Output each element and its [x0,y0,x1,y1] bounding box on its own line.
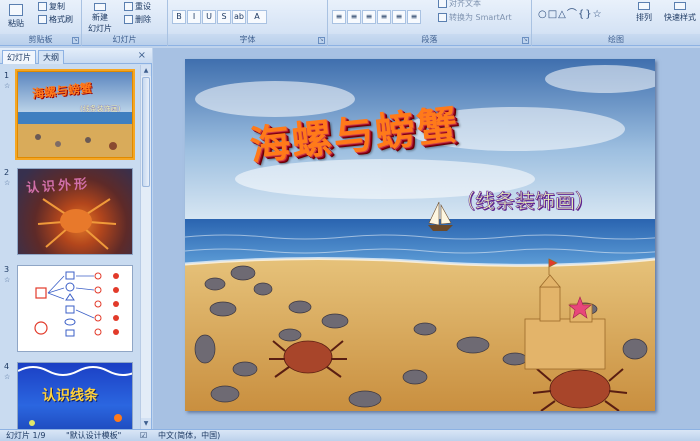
slides-pane: 幻灯片 大纲 × 1 ☆ 海螺与螃蟹 (线条装饰画) 2 ☆ 认识外形 3 ☆ … [0,48,152,429]
clipboard-launcher-icon[interactable]: ↘ [72,37,79,44]
arrange-button[interactable]: 排列 [636,2,652,23]
slide-editing-area: 海螺与螃蟹 （线条装饰画） [153,48,700,429]
theme-status: "默认设计模板" [66,431,122,440]
slide-thumbnail-4[interactable]: 认识线条 [17,362,133,429]
new-slide-button[interactable]: 新建 幻灯片 [88,3,112,33]
animation-star-icon: ☆ [4,373,11,381]
shadow-button[interactable]: ab [232,10,246,24]
paste-button[interactable]: 粘贴 [8,4,24,29]
paragraph-group: ≡ ≡ ≡ ≡ ≡ ≡ 对齐文本 转换为 SmartArt 段落 ↘ [328,0,532,46]
convert-smartart-button[interactable]: 转换为 SmartArt [438,12,512,23]
tab-slides[interactable]: 幻灯片 [2,50,36,64]
slide-subtitle[interactable]: （线条装饰画） [455,185,596,214]
thumbnail-scrollbar[interactable]: ▲ ▼ [140,65,151,429]
columns-button[interactable]: ≡ [407,10,421,24]
language-status[interactable]: 中文(简体，中国) [158,430,220,441]
scroll-thumb[interactable] [142,77,150,187]
delete-button[interactable]: 删除 [124,14,151,25]
thumbnail-number: 4 [4,362,10,371]
thumbnail-list: 1 ☆ 海螺与螃蟹 (线条装饰画) 2 ☆ 认识外形 3 ☆ 4 ☆ 认识线条 [0,65,140,429]
shapes-gallery[interactable]: ○□△⌒{}☆ [538,5,603,20]
slide-index-status: 幻灯片 1/9 [6,431,46,440]
brush-icon [38,15,47,24]
reset-button[interactable]: 重设 [124,1,151,12]
justify-button[interactable]: ≡ [377,10,391,24]
delete-icon [124,15,133,24]
drawing-group-label: 绘图 [532,34,700,45]
new-slide-icon [94,3,106,11]
quick-styles-button[interactable]: 快速样式 [664,2,696,23]
animation-star-icon: ☆ [4,276,11,284]
smartart-icon [438,13,447,22]
ribbon: 粘贴 复制 格式刷 剪贴板 ↘ 新建 幻灯片 重设 删除 幻灯片 B I U S… [0,0,700,46]
font-group: B I U S ab A 字体 ↘ [168,0,328,46]
animation-star-icon: ☆ [4,179,11,187]
slide-thumbnail-3[interactable] [17,265,133,352]
distribute-button[interactable]: ≡ [392,10,406,24]
align-left-button[interactable]: ≡ [332,10,346,24]
slides-group-label: 幻灯片 [82,34,167,45]
current-slide[interactable]: 海螺与螃蟹 （线条装饰画） [185,59,655,411]
copy-icon [38,2,47,11]
thumbnail-3-art [34,271,119,337]
text-direction-button[interactable]: 对齐文本 [438,0,481,9]
strikethrough-button[interactable]: S [217,10,231,24]
close-icon[interactable]: × [138,50,146,61]
quick-styles-icon [674,2,686,10]
scroll-down-icon[interactable]: ▼ [141,418,151,429]
bold-button[interactable]: B [172,10,186,24]
thumbnail-4-title: 认识线条 [42,388,98,404]
animation-star-icon: ☆ [4,82,11,90]
clipboard-group-label: 剪贴板 [0,34,81,45]
spellcheck-icon[interactable]: ☑ [140,430,147,441]
thumbnail-number: 1 [4,71,10,80]
italic-button[interactable]: I [187,10,201,24]
slides-group: 新建 幻灯片 重设 删除 幻灯片 [82,0,168,46]
paragraph-launcher-icon[interactable]: ↘ [522,37,529,44]
text-direction-icon [438,0,447,8]
font-launcher-icon[interactable]: ↘ [318,37,325,44]
reset-icon [124,2,133,11]
align-right-button[interactable]: ≡ [362,10,376,24]
paragraph-align-buttons: ≡ ≡ ≡ ≡ ≡ ≡ [332,10,421,24]
scroll-up-icon[interactable]: ▲ [141,65,151,76]
thumbnail-number: 2 [4,168,10,177]
slide-thumbnail-2[interactable]: 认识外形 [17,168,133,255]
format-painter-button[interactable]: 格式刷 [38,14,73,25]
underline-button[interactable]: U [202,10,216,24]
paste-icon [9,4,23,16]
arrange-icon [638,2,650,10]
font-color-button[interactable]: A [247,10,267,24]
tab-outline[interactable]: 大纲 [38,50,64,64]
thumbnail-number: 3 [4,265,10,274]
font-format-buttons: B I U S ab A [172,10,267,24]
paragraph-group-label: 段落 [328,34,531,45]
thumbnail-1-subtitle: (线条装饰画) [80,105,121,113]
drawing-group: ○□△⌒{}☆ 排列 快速样式 绘图 [532,0,700,46]
font-group-label: 字体 [168,34,327,45]
copy-button[interactable]: 复制 [38,1,65,12]
slide-thumbnail-1[interactable]: 海螺与螃蟹 (线条装饰画) [15,69,135,160]
pane-tabs: 幻灯片 大纲 × [0,48,152,64]
status-bar: 幻灯片 1/9 "默认设计模板" ☑ 中文(简体，中国) [0,429,700,441]
clipboard-group: 粘贴 复制 格式刷 剪贴板 ↘ [0,0,82,46]
align-center-button[interactable]: ≡ [347,10,361,24]
